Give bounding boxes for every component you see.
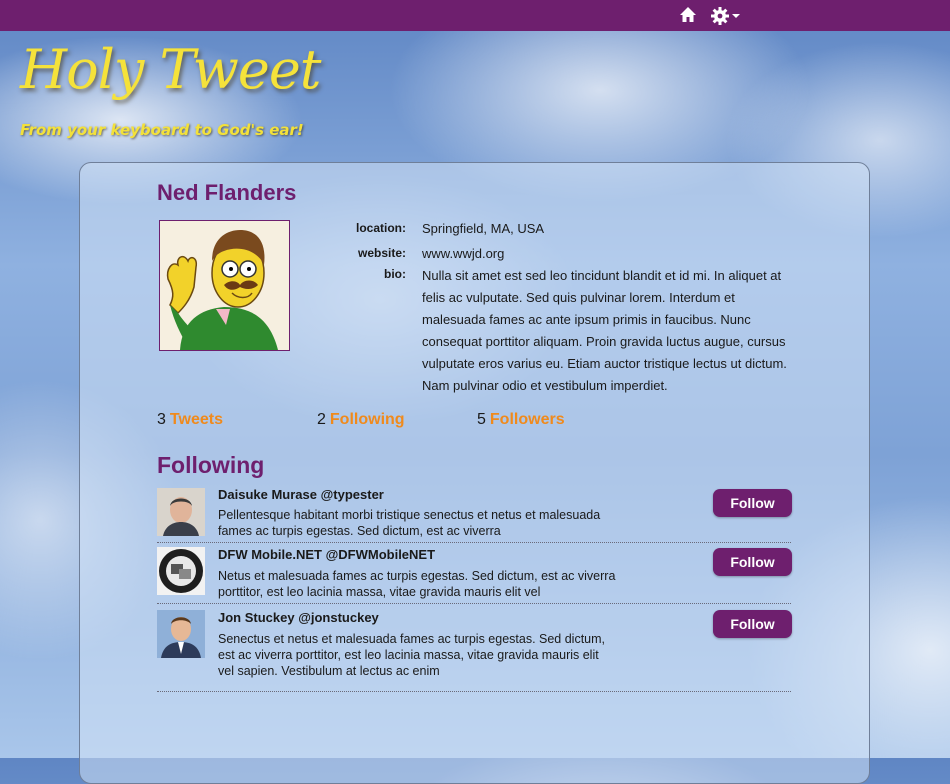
- user-name[interactable]: Jon Stuckey @jonstuckey: [218, 610, 379, 625]
- user-tweet-text: Netus et malesuada fames ac turpis egest…: [218, 569, 616, 599]
- bio-label: bio:: [384, 267, 406, 281]
- follow-button[interactable]: Follow: [713, 610, 792, 638]
- location-label: location:: [356, 221, 406, 235]
- stat-following[interactable]: 2 Following: [317, 411, 405, 429]
- stat-label: Tweets: [169, 411, 223, 428]
- stat-followers[interactable]: 5 Followers: [477, 411, 565, 429]
- user-tweet-text: Pellentesque habitant morbi tristique se…: [218, 508, 601, 538]
- gear-icon[interactable]: [711, 6, 743, 26]
- profile-avatar: [159, 220, 290, 351]
- top-nav-bar: [0, 0, 950, 31]
- following-item: DFW Mobile.NET @DFWMobileNET Netus et ma…: [157, 546, 792, 604]
- bio-text: Nulla sit amet est sed leo tincidunt bla…: [422, 268, 787, 393]
- logo-title[interactable]: Holy Tweet: [20, 38, 321, 101]
- user-name[interactable]: DFW Mobile.NET @DFWMobileNET: [218, 547, 435, 562]
- user-avatar[interactable]: [157, 547, 205, 595]
- website-link[interactable]: www.wwjd.org: [422, 246, 504, 261]
- logo-tagline: From your keyboard to God's ear!: [20, 121, 304, 139]
- follow-button[interactable]: Follow: [713, 548, 792, 576]
- following-item: Jon Stuckey @jonstuckey Senectus et netu…: [157, 609, 792, 692]
- website-label: website:: [357, 246, 406, 260]
- user-avatar[interactable]: [157, 488, 205, 536]
- stat-count: 5: [477, 411, 486, 428]
- stat-label: Following: [329, 411, 405, 428]
- following-section-title: Following: [157, 452, 265, 478]
- profile-name: Ned Flanders: [157, 180, 297, 205]
- stat-label: Followers: [489, 411, 565, 428]
- following-item: Daisuke Murase @typester Pellentesque ha…: [157, 487, 792, 543]
- user-name[interactable]: Daisuke Murase @typester: [218, 487, 384, 502]
- user-tweet-text: Senectus et netus et malesuada fames ac …: [218, 632, 606, 678]
- user-avatar[interactable]: [157, 610, 205, 658]
- stat-tweets[interactable]: 3 Tweets: [157, 411, 223, 429]
- stat-count: 2: [317, 411, 326, 428]
- stat-count: 3: [157, 411, 166, 428]
- location-value: Springfield, MA, USA: [422, 221, 545, 236]
- follow-button[interactable]: Follow: [713, 489, 792, 517]
- home-icon[interactable]: [679, 6, 697, 24]
